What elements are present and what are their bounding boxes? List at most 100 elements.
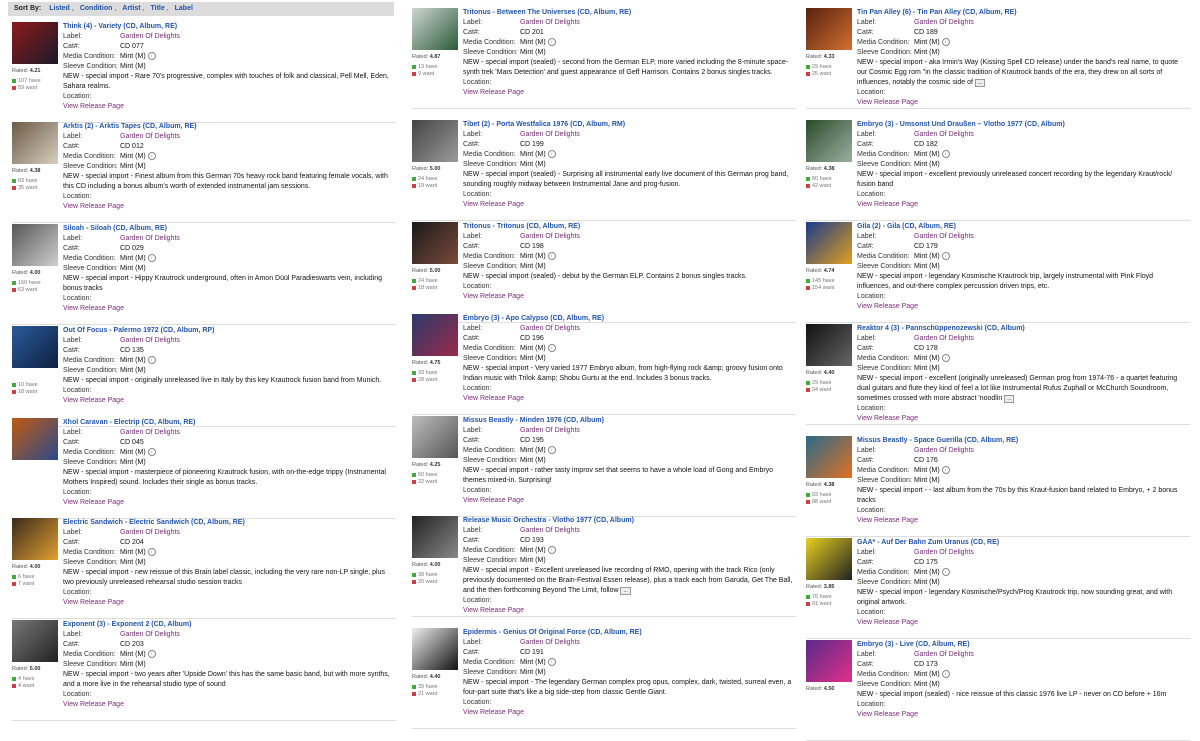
label-link[interactable]: Garden Of Delights (914, 447, 974, 454)
cover-thumbnail[interactable] (412, 516, 458, 558)
view-release-page-link[interactable]: View Release Page (463, 394, 793, 404)
view-release-page-link[interactable]: View Release Page (857, 302, 1187, 312)
label-link[interactable]: Garden Of Delights (914, 549, 974, 556)
label-link[interactable]: Garden Of Delights (914, 131, 974, 138)
sort-artist-link[interactable]: Artist (122, 5, 140, 12)
cover-thumbnail[interactable] (412, 628, 458, 670)
release-title-link[interactable]: Arktis (2) - Arktis Tapes (CD, Album, RE… (63, 122, 393, 132)
cover-thumbnail[interactable] (412, 8, 458, 50)
view-release-page-link[interactable]: View Release Page (857, 98, 1187, 108)
view-release-page-link[interactable]: View Release Page (463, 88, 793, 98)
view-release-page-link[interactable]: View Release Page (63, 700, 393, 710)
info-icon[interactable]: i (547, 252, 556, 261)
view-release-page-link[interactable]: View Release Page (463, 496, 793, 506)
view-release-page-link[interactable]: View Release Page (463, 292, 793, 302)
cover-thumbnail[interactable] (412, 222, 458, 264)
view-release-page-link[interactable]: View Release Page (63, 304, 393, 314)
release-title-link[interactable]: Out Of Focus - Palermo 1972 (CD, Album, … (63, 326, 393, 336)
view-release-page-link[interactable]: View Release Page (63, 102, 393, 112)
label-link[interactable]: Garden Of Delights (520, 427, 580, 434)
release-title-link[interactable]: GÄA* - Auf Der Bahn Zum Uranus (CD, RE) (857, 538, 1187, 548)
cover-thumbnail[interactable] (12, 224, 58, 266)
release-title-link[interactable]: Think (4) - Variety (CD, Album, RE) (63, 22, 393, 32)
info-icon[interactable]: i (147, 356, 156, 365)
info-icon[interactable]: i (147, 254, 156, 263)
release-title-link[interactable]: Exponent (3) - Exponent 2 (CD, Album) (63, 620, 393, 630)
cover-thumbnail[interactable] (12, 518, 58, 560)
label-link[interactable]: Garden Of Delights (520, 325, 580, 332)
release-title-link[interactable]: Embryo (3) - Apo Calypso (CD, Album, RE) (463, 314, 793, 324)
info-icon[interactable]: i (941, 568, 950, 577)
view-release-page-link[interactable]: View Release Page (857, 618, 1187, 628)
release-title-link[interactable]: Gila (2) - Gila (CD, Album, RE) (857, 222, 1187, 232)
view-release-page-link[interactable]: View Release Page (857, 414, 1187, 424)
release-title-link[interactable]: Embryo (3) - Live (CD, Album, RE) (857, 640, 1187, 650)
info-icon[interactable]: i (147, 52, 156, 61)
info-icon[interactable]: i (147, 650, 156, 659)
view-release-page-link[interactable]: View Release Page (63, 396, 393, 406)
release-title-link[interactable]: Tin Pan Alley (6) - Tin Pan Alley (CD, A… (857, 8, 1187, 18)
cover-thumbnail[interactable] (806, 120, 852, 162)
info-icon[interactable]: i (547, 446, 556, 455)
release-title-link[interactable]: Epidermis - Genius Of Original Force (CD… (463, 628, 793, 638)
sort-label-link[interactable]: Label (175, 5, 193, 12)
cover-thumbnail[interactable] (806, 222, 852, 264)
info-icon[interactable]: i (147, 152, 156, 161)
cover-thumbnail[interactable] (806, 436, 852, 478)
release-title-link[interactable]: Tritonus - Between The Universes (CD, Al… (463, 8, 793, 18)
info-icon[interactable]: i (941, 150, 950, 159)
release-title-link[interactable]: Release Music Orchestra - Vlotho 1977 (C… (463, 516, 793, 526)
view-release-page-link[interactable]: View Release Page (857, 516, 1187, 526)
label-link[interactable]: Garden Of Delights (520, 131, 580, 138)
label-link[interactable]: Garden Of Delights (120, 33, 180, 40)
cover-thumbnail[interactable] (806, 8, 852, 50)
label-link[interactable]: Garden Of Delights (120, 429, 180, 436)
more-button[interactable]: ... (620, 587, 631, 595)
info-icon[interactable]: i (547, 150, 556, 159)
label-link[interactable]: Garden Of Delights (520, 527, 580, 534)
info-icon[interactable]: i (147, 548, 156, 557)
release-title-link[interactable]: Reaktor 4 (3) - Pannschüppenozewski (CD,… (857, 324, 1187, 334)
cover-thumbnail[interactable] (412, 416, 458, 458)
more-button[interactable]: ... (1004, 395, 1015, 403)
info-icon[interactable]: i (941, 38, 950, 47)
sort-title-link[interactable]: Title (150, 5, 164, 12)
label-link[interactable]: Garden Of Delights (914, 335, 974, 342)
label-link[interactable]: Garden Of Delights (914, 19, 974, 26)
label-link[interactable]: Garden Of Delights (914, 651, 974, 658)
label-link[interactable]: Garden Of Delights (914, 233, 974, 240)
label-link[interactable]: Garden Of Delights (120, 133, 180, 140)
more-button[interactable]: ... (974, 79, 986, 87)
release-title-link[interactable]: Xhol Caravan - Electrip (CD, Album, RE) (63, 418, 393, 428)
label-link[interactable]: Garden Of Delights (120, 337, 180, 344)
release-title-link[interactable]: Electric Sandwich - Electric Sandwich (C… (63, 518, 393, 528)
view-release-page-link[interactable]: View Release Page (463, 708, 793, 718)
release-title-link[interactable]: Siloah - Siloah (CD, Album, RE) (63, 224, 393, 234)
sort-listed-link[interactable]: Listed (49, 5, 70, 12)
view-release-page-link[interactable]: View Release Page (463, 200, 793, 210)
info-icon[interactable]: i (547, 658, 556, 667)
label-link[interactable]: Garden Of Delights (120, 631, 180, 638)
cover-thumbnail[interactable] (412, 314, 458, 356)
info-icon[interactable]: i (941, 670, 950, 679)
cover-thumbnail[interactable] (806, 324, 852, 366)
cover-thumbnail[interactable] (12, 620, 58, 662)
cover-thumbnail[interactable] (806, 640, 852, 682)
release-title-link[interactable]: Tritonus - Tritonus (CD, Album, RE) (463, 222, 793, 232)
info-icon[interactable]: i (547, 344, 556, 353)
release-title-link[interactable]: Missus Beastly - Minden 1976 (CD, Album) (463, 416, 793, 426)
cover-thumbnail[interactable] (12, 122, 58, 164)
info-icon[interactable]: i (547, 38, 556, 47)
view-release-page-link[interactable]: View Release Page (857, 710, 1187, 720)
cover-thumbnail[interactable] (412, 120, 458, 162)
sort-condition-link[interactable]: Condition (80, 5, 113, 12)
cover-thumbnail[interactable] (12, 22, 58, 64)
label-link[interactable]: Garden Of Delights (520, 19, 580, 26)
info-icon[interactable]: i (941, 354, 950, 363)
release-title-link[interactable]: Tibet (2) - Porta Westfalica 1976 (CD, A… (463, 120, 793, 130)
info-icon[interactable]: i (147, 448, 156, 457)
view-release-page-link[interactable]: View Release Page (63, 498, 393, 508)
view-release-page-link[interactable]: View Release Page (857, 200, 1187, 210)
view-release-page-link[interactable]: View Release Page (463, 606, 793, 616)
cover-thumbnail[interactable] (12, 418, 58, 460)
